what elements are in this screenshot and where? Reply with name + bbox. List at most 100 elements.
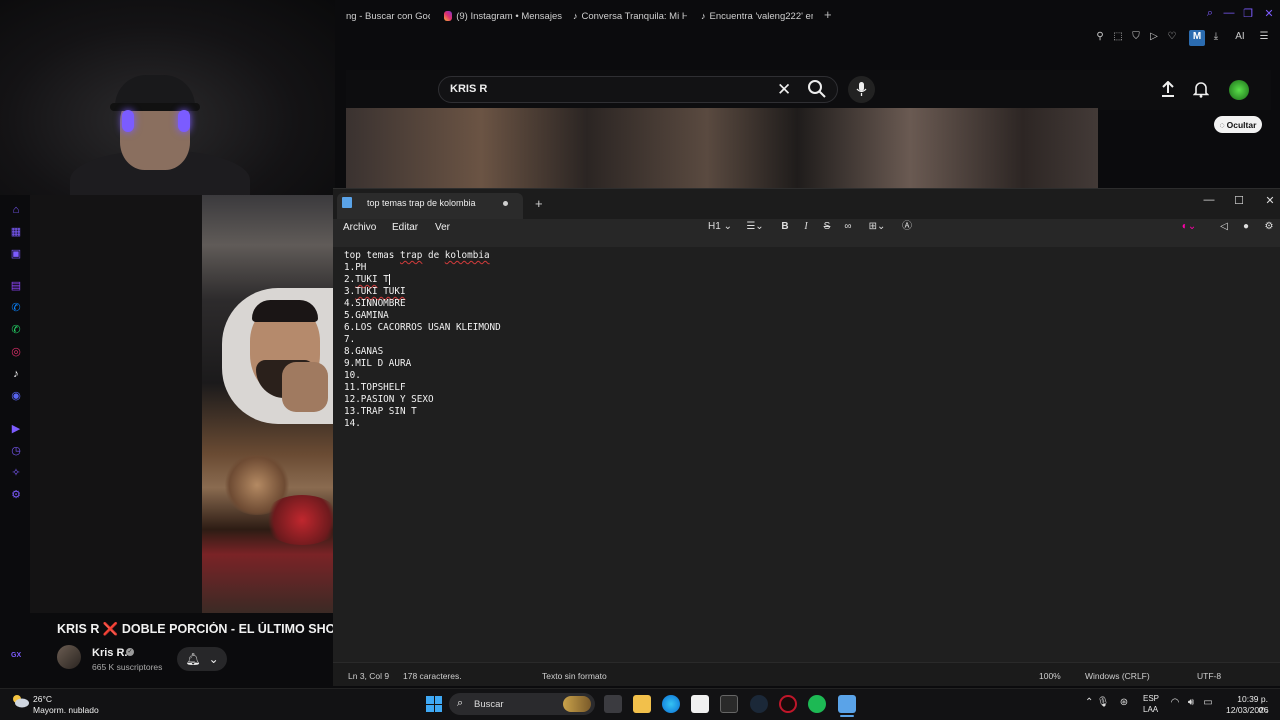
gx-label[interactable]: GX xyxy=(11,652,21,659)
microphone-tray-icon[interactable]: 🎙︎ xyxy=(1096,697,1110,708)
purple-app-icon[interactable]: ⌂ xyxy=(9,203,23,217)
search-icon[interactable] xyxy=(807,79,827,99)
clear-search-icon[interactable]: ✕ xyxy=(777,80,791,100)
link-icon[interactable]: ∞ xyxy=(841,220,855,234)
twitch-icon[interactable]: ▤ xyxy=(9,279,23,293)
cloudy-weather-icon[interactable] xyxy=(11,694,29,708)
account-icon[interactable]: ● xyxy=(1239,220,1253,234)
settings-icon[interactable]: ⚙ xyxy=(9,488,23,502)
keyboard-layout-indicator[interactable]: LAA xyxy=(1143,705,1158,714)
upload-icon[interactable] xyxy=(1160,81,1176,98)
bold-icon[interactable]: B xyxy=(778,220,792,234)
copilot-icon[interactable]: ◐⌄ xyxy=(1178,220,1200,234)
unsaved-indicator-icon[interactable] xyxy=(503,201,508,206)
purple-app-icon-3[interactable]: ▣ xyxy=(9,247,23,261)
instagram-icon[interactable]: ◎ xyxy=(9,345,23,359)
cursor-position: Ln 3, Col 9 xyxy=(348,671,390,681)
extensions-icon[interactable]: ✧ xyxy=(9,466,23,480)
active-app-indicator xyxy=(840,715,854,717)
battery-icon[interactable]: ▭ xyxy=(1201,697,1215,708)
text-line: 14. xyxy=(344,418,361,429)
browser-tab[interactable]: ng - Buscar con Goog xyxy=(346,8,430,24)
encoding-status[interactable]: UTF-8 xyxy=(1197,671,1221,681)
shield-icon[interactable]: ⛉ xyxy=(1129,30,1143,44)
notifications-bell-icon[interactable] xyxy=(1193,81,1209,98)
zoom-level[interactable]: 100% xyxy=(1039,671,1061,681)
maximize-icon[interactable]: ❐ xyxy=(1241,7,1255,21)
taskbar-search-input[interactable]: Buscar xyxy=(474,699,504,710)
tray-chevron-up-icon[interactable]: ⌃ xyxy=(1085,697,1093,708)
discord-icon[interactable]: ◉ xyxy=(9,389,23,403)
location-tray-icon[interactable]: ⊛ xyxy=(1117,697,1131,708)
channel-avatar[interactable] xyxy=(57,645,81,669)
language-indicator[interactable]: ESP xyxy=(1143,694,1159,703)
italic-icon[interactable]: I xyxy=(799,220,813,234)
weather-description[interactable]: Mayorm. nublado xyxy=(33,705,99,715)
notepad-text[interactable]: top temas trap de kolombia 1.PH 2.TUKI T 3.… xyxy=(344,250,501,430)
hide-button-label: Ocultar xyxy=(1226,119,1257,130)
share-icon[interactable]: ◁ xyxy=(1217,220,1231,234)
line-ending-status[interactable]: Windows (CRLF) xyxy=(1085,671,1150,681)
user-avatar[interactable] xyxy=(1229,80,1249,100)
messenger-icon[interactable]: ✆ xyxy=(9,301,23,315)
player-icon[interactable]: ▶ xyxy=(9,422,23,436)
tiktok-icon[interactable]: ♪ xyxy=(9,367,23,381)
text-line: 7. xyxy=(344,334,356,345)
notepad-icon xyxy=(342,197,352,208)
text-line: 4.SINNOMBRE xyxy=(344,298,406,309)
clock-date[interactable]: 12/03/2026 xyxy=(1226,705,1269,715)
hide-button[interactable]: ◌ Ocultar xyxy=(1214,116,1262,133)
close-icon[interactable]: ✕ xyxy=(1262,7,1276,21)
menu-editar[interactable]: Editar xyxy=(392,222,418,233)
notepad-maximize-icon[interactable]: ☐ xyxy=(1231,194,1247,207)
menu-archivo[interactable]: Archivo xyxy=(343,222,376,233)
download-icon[interactable]: ⤓ xyxy=(1209,30,1223,44)
subscription-bell-button[interactable]: 🔔︎ ⌄ xyxy=(177,647,227,671)
spotify-icon[interactable] xyxy=(808,695,826,713)
profile-button[interactable]: M xyxy=(1189,30,1205,46)
artist-hair xyxy=(252,300,318,322)
heading-dropdown[interactable]: H1 ⌄ xyxy=(707,220,733,234)
heart-icon[interactable]: ♡ xyxy=(1165,30,1179,44)
youtube-search-input[interactable]: KRIS R xyxy=(450,83,487,95)
notepad-new-tab-button[interactable]: + xyxy=(535,196,543,211)
clear-formatting-icon[interactable]: Ⓐ xyxy=(900,220,914,234)
screenshot-icon[interactable]: ⬚ xyxy=(1111,30,1125,44)
wifi-icon[interactable]: ◠ xyxy=(1168,697,1182,708)
file-explorer-icon[interactable] xyxy=(633,695,651,713)
notepad-minimize-icon[interactable]: — xyxy=(1201,194,1217,206)
strikethrough-icon[interactable]: S xyxy=(820,220,834,234)
epic-games-icon[interactable] xyxy=(720,695,738,713)
table-dropdown-icon[interactable]: ⊞⌄ xyxy=(864,220,890,234)
webcam-overlay xyxy=(0,0,335,195)
weather-temperature[interactable]: 26°C xyxy=(33,694,52,704)
browser-tab[interactable]: ♪ Encuentra 'valeng222' en xyxy=(701,8,813,24)
history-icon[interactable]: ◷ xyxy=(9,444,23,458)
whatsapp-icon[interactable]: ✆ xyxy=(9,323,23,337)
browser-search-icon[interactable]: ⌕ xyxy=(1203,7,1217,21)
new-tab-button[interactable]: + xyxy=(824,7,832,22)
purple-app-icon-2[interactable]: ▦ xyxy=(9,225,23,239)
menu-icon[interactable]: ☰ xyxy=(1257,30,1271,44)
list-dropdown-icon[interactable]: ☰⌄ xyxy=(743,220,767,234)
minimize-icon[interactable]: — xyxy=(1222,7,1236,21)
browser-tab[interactable]: ♪ Conversa Tranquila: Mi He xyxy=(573,8,687,24)
task-view-icon[interactable] xyxy=(604,695,622,713)
opera-gx-icon[interactable] xyxy=(779,695,797,713)
text-format-status[interactable]: Texto sin formato xyxy=(542,671,607,681)
volume-icon[interactable]: 🔊︎ xyxy=(1184,697,1198,708)
menu-ver[interactable]: Ver xyxy=(435,222,450,233)
windows-start-icon[interactable] xyxy=(426,696,442,712)
notepad-settings-icon[interactable]: ⚙ xyxy=(1262,220,1276,234)
notepad-close-icon[interactable]: ✕ xyxy=(1262,194,1278,207)
ai-button[interactable]: AI xyxy=(1229,30,1251,44)
notepad-taskbar-icon[interactable] xyxy=(838,695,856,713)
browser-tab[interactable]: (9) Instagram • Mensajes xyxy=(444,8,562,24)
channel-name[interactable]: Kris R. xyxy=(92,647,127,659)
edge-icon[interactable] xyxy=(662,695,680,713)
steam-icon[interactable] xyxy=(750,695,768,713)
pin-icon[interactable]: ⚲ xyxy=(1093,30,1107,44)
voice-search-button[interactable] xyxy=(848,76,875,103)
player-icon[interactable]: ▷ xyxy=(1147,30,1161,44)
store-icon[interactable] xyxy=(691,695,709,713)
